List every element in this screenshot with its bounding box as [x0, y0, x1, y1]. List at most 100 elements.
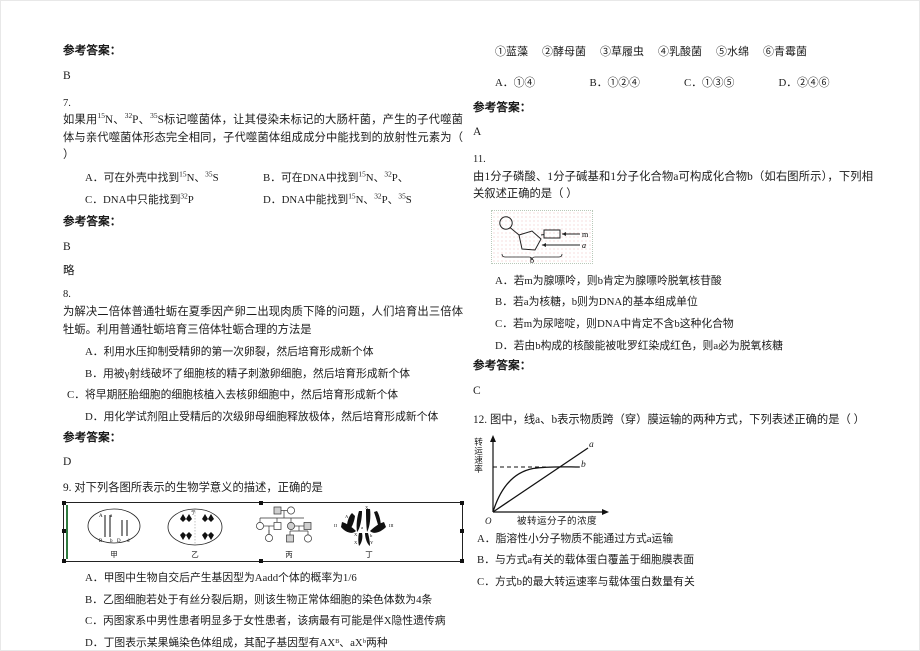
- option-b-9[interactable]: B．乙图细胞若处于有丝分裂后期，则该生物正常体细胞的染色体数为4条: [85, 593, 463, 609]
- svg-text:a: a: [361, 525, 363, 530]
- figure-caption-jia: 甲: [110, 550, 118, 560]
- option-b-7[interactable]: B．可在DNA中找到15N、32P、: [263, 170, 463, 187]
- label-b: b: [530, 256, 534, 263]
- svg-text:B: B: [349, 527, 352, 532]
- option-c-8[interactable]: C．将早期胚胎细胞的细胞核植入去核卵细胞中，然后培育形成新个体: [67, 388, 463, 404]
- svg-text:X: X: [354, 540, 358, 545]
- figure-caption-ding: 丁: [365, 550, 373, 560]
- option-b-11[interactable]: B．若a为核糖，b则为DNA的基本组成单位: [495, 295, 873, 311]
- option-d-7[interactable]: D．DNA中能找到15N、32P、35S: [263, 193, 463, 209]
- option-c-7[interactable]: C．DNA中只能找到32P: [85, 193, 263, 209]
- option-c-9[interactable]: C．丙图家系中男性患者明显多于女性患者，该病最有可能是伴X隐性遗传病: [85, 614, 463, 630]
- item-1: ①蓝藻: [495, 46, 528, 58]
- answer-value: D: [63, 456, 72, 469]
- document-page: 参考答案： B 7. 如果用15N、32P、35S标记噬菌体，让其侵染未标记的大…: [0, 0, 920, 651]
- figure-q11-nucleotide: m a b: [491, 209, 593, 265]
- question-number-8: 8.: [63, 289, 71, 301]
- chart-origin-label: O: [485, 515, 492, 526]
- label-a: a: [582, 241, 586, 250]
- diagram-bing-pedigree: [256, 506, 312, 543]
- question-body-12: 12. 图中，线a、b表示物质跨（穿）膜运输的两种方式，下列表述正确的是（ ）: [473, 413, 865, 426]
- option-a-8[interactable]: A．利用水压抑制受精卵的第一次卵裂，然后培育形成新个体: [85, 345, 463, 361]
- option-c-10[interactable]: C．①③⑤: [684, 76, 779, 91]
- resize-handle[interactable]: [460, 529, 464, 534]
- resize-handle[interactable]: [259, 559, 263, 564]
- chart-x-axis-label: 被转运分子的浓度: [517, 515, 597, 527]
- option-d-11[interactable]: D．若由b构成的核酸能被吡罗红染成红色，则a必为脱氧核糖: [495, 339, 873, 355]
- x-axis-arrow: [602, 508, 609, 515]
- choice-row-10: A．①④ B．①②④ C．①③⑤ D．②④⑥: [495, 76, 873, 91]
- option-items-row-10: ①蓝藻 ②酵母菌 ③草履虫 ④乳酸菌 ⑤水绵 ⑥青霉菌: [495, 45, 873, 60]
- green-selection-bar: [66, 505, 68, 560]
- diagram-jia-cell-chromosomes: A a B b D d: [87, 508, 141, 544]
- answer-note: 略: [63, 264, 75, 277]
- question-body-11: 由1分子磷酸、1分子碱基和1分子化合物a可构成化合物b（如右图所示），下列相关叙…: [473, 170, 873, 201]
- resize-handle[interactable]: [62, 529, 66, 534]
- option-a-7[interactable]: A．可在外壳中找到15N、35S: [85, 170, 263, 187]
- svg-text:III: III: [389, 523, 394, 528]
- answer-label: 参考答案：: [63, 431, 122, 444]
- option-a-10[interactable]: A．①④: [495, 76, 590, 91]
- option-c-12[interactable]: C．方式b的最大转运速率与载体蛋白数量有关: [477, 575, 873, 591]
- option-b-12[interactable]: B．与方式a有关的载体蛋白覆盖于细胞膜表面: [477, 553, 873, 569]
- item-6: ⑥青霉菌: [763, 46, 807, 58]
- svg-text:B: B: [375, 528, 378, 533]
- question-body-9: 9. 对下列各图所表示的生物学意义的描述，正确的是: [63, 482, 323, 495]
- pentose-pentagon: [518, 230, 542, 251]
- svg-text:II: II: [334, 523, 338, 528]
- curve-a-label: a: [589, 439, 594, 450]
- svg-text:Y: Y: [370, 540, 374, 545]
- item-5: ⑤水绵: [716, 46, 749, 58]
- answer-label: 参考答案：: [473, 360, 532, 373]
- left-column: 参考答案： B 7. 如果用15N、32P、35S标记噬菌体，让其侵染未标记的大…: [62, 45, 464, 650]
- option-b-10[interactable]: B．①②④: [590, 76, 685, 91]
- svg-text:X: X: [354, 532, 358, 537]
- option-d-8[interactable]: D．用化学试剂阻止受精后的次级卵母细胞释放极体，然后培育形成新个体: [85, 410, 463, 426]
- option-a-12[interactable]: A．脂溶性小分子物质不能通过方式a运输: [477, 532, 873, 548]
- figure-q12-transport-chart: 转运速率 a b O 被转运分子的浓度: [474, 434, 690, 527]
- diagram-ding-drosophila-chromosomes: X A a II B III B X X b Y: [334, 505, 394, 547]
- curve-b: [492, 465, 580, 513]
- option-d-9[interactable]: D．丁图表示某果蝇染色体组成，其配子基因型有AXᴮ、aXᵇ两种: [85, 636, 463, 650]
- question-body-8: 为解决二倍体普通牡蛎在夏季因产卵二出现肉质下降的问题，人们培育出三倍体牡蛎。利用…: [63, 306, 463, 336]
- svg-text:A: A: [345, 514, 349, 519]
- answer-value: C: [473, 385, 481, 398]
- right-column: ①蓝藻 ②酵母菌 ③草履虫 ④乳酸菌 ⑤水绵 ⑥青霉菌 A．①④ B．①②④ C…: [473, 45, 873, 597]
- resize-handle[interactable]: [62, 501, 66, 506]
- option-b-8[interactable]: B．用被γ射线破坏了细胞核的精子刺激卵细胞，然后培育形成新个体: [85, 367, 463, 383]
- y-axis-arrow: [490, 434, 496, 442]
- resize-handle[interactable]: [460, 501, 464, 506]
- question-number-7: 7.: [63, 97, 71, 109]
- option-a-11[interactable]: A．若m为腺嘌呤，则b肯定为腺嘌呤脱氧核苷酸: [495, 274, 873, 290]
- answer-label: 参考答案：: [473, 101, 532, 114]
- figure-caption-bing: 丙: [285, 550, 293, 560]
- label-m: m: [582, 230, 589, 239]
- item-3: ③草履虫: [600, 46, 644, 58]
- figure-caption-yi: 乙: [191, 550, 199, 560]
- answer-value: A: [473, 126, 482, 139]
- svg-text:亍: 亍: [191, 510, 196, 515]
- svg-text:A: A: [99, 514, 103, 519]
- answer-label: 参考答案：: [63, 216, 122, 229]
- item-4: ④乳酸菌: [658, 46, 702, 58]
- option-c-11[interactable]: C．若m为尿嘧啶，则DNA中肯定不含b这种化合物: [495, 317, 873, 333]
- question-number-11: 11.: [473, 154, 486, 166]
- nucleotide-svg: m a b: [499, 216, 589, 265]
- svg-text:b: b: [370, 533, 373, 538]
- option-row: A．可在外壳中找到15N、35S B．可在DNA中找到15N、32P、: [85, 170, 463, 187]
- figure-q9-diagram-strip: A a B b D d 甲 亍 乙 丙 X A a II B III B X X…: [62, 501, 464, 564]
- curve-a: [492, 447, 589, 513]
- question-body-7: 如果用15N、32P、35S标记噬菌体，让其侵染未标记的大肠杆菌，产生的子代噬菌…: [63, 111, 463, 162]
- svg-text:D: D: [117, 539, 121, 544]
- svg-text:a: a: [110, 514, 113, 519]
- resize-handle[interactable]: [460, 559, 464, 564]
- base-rectangle: [543, 229, 561, 239]
- resize-handle[interactable]: [62, 559, 66, 564]
- item-2: ②酵母菌: [542, 46, 586, 58]
- curve-b-label: b: [581, 459, 586, 470]
- answer-value: B: [63, 69, 71, 82]
- answer-value: B: [63, 240, 71, 253]
- option-d-10[interactable]: D．②④⑥: [779, 76, 874, 91]
- option-row: C．DNA中只能找到32P D．DNA中能找到15N、32P、35S: [85, 193, 463, 209]
- option-a-9[interactable]: A．甲图中生物自交后产生基因型为Aadd个体的概率为1/6: [85, 571, 463, 587]
